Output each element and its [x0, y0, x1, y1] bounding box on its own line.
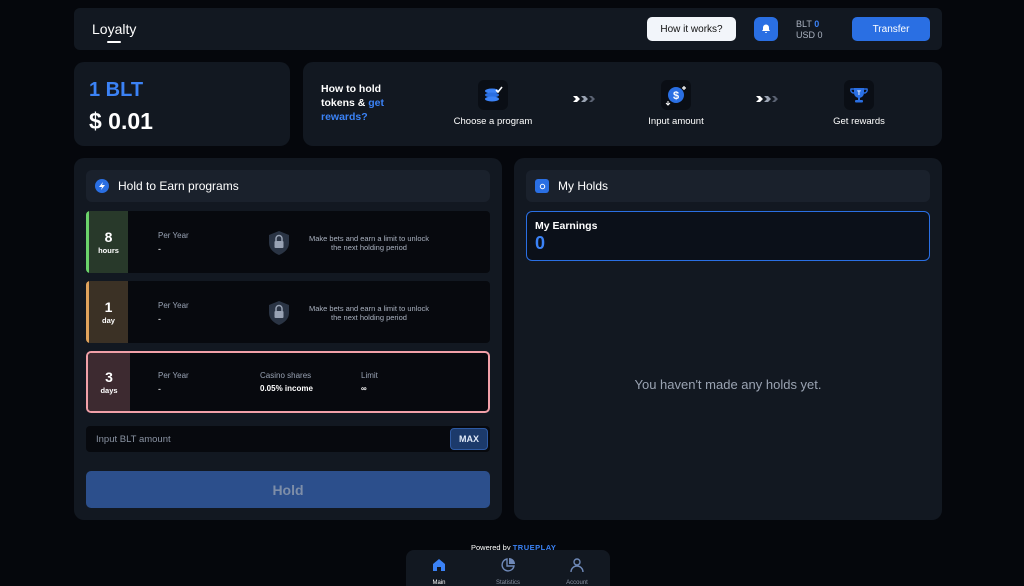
nav-item-statistics[interactable]: Statistics [483, 557, 533, 586]
program-duration: 3 days [88, 353, 130, 411]
earnings-value: 0 [535, 233, 546, 253]
my-holds-panel: My Holds My Earnings 0 You haven't made … [514, 158, 942, 520]
nav-label: Main [432, 580, 446, 586]
limit-value: ∞ [361, 384, 367, 393]
holds-header: My Holds [526, 170, 930, 202]
balance-currency: USD [796, 30, 816, 40]
program-card-8-hours[interactable]: 8 hours Per Year - Make bets and earn a … [86, 211, 490, 273]
duration-unit: day [102, 316, 115, 325]
title-underline [107, 41, 121, 43]
nav-label: Account [566, 580, 588, 586]
my-earnings-box: My Earnings 0 [526, 211, 930, 261]
program-duration: 1 day [86, 281, 128, 343]
lock-icon [269, 301, 289, 325]
page-title: Loyalty [92, 21, 137, 37]
hold-programs-panel: Hold to Earn programs 8 hours Per Year -… [74, 158, 502, 520]
earnings-label: My Earnings [535, 220, 598, 232]
program-duration: 8 hours [86, 211, 128, 273]
balance-value: 0 [814, 19, 820, 29]
limit-label: Limit [361, 371, 378, 380]
home-icon [433, 559, 445, 571]
per-year-value: - [158, 384, 161, 394]
token-usd-price: $ 0.01 [89, 108, 153, 134]
bottom-navigation: Main Statistics Account [406, 550, 610, 586]
step-label: Input amount [648, 116, 704, 127]
how-it-works-button[interactable]: How it works? [647, 17, 736, 41]
balance-currency: BLT [796, 19, 812, 29]
per-year-label: Per Year [158, 231, 189, 240]
per-year-label: Per Year [158, 371, 189, 380]
steps-title: How to hold tokens & get rewards? [321, 82, 411, 124]
program-card-3-days[interactable]: 3 days Per Year - Casino shares 0.05% in… [86, 351, 490, 413]
lock-icon [269, 231, 289, 255]
duration-amount: 8 [104, 229, 113, 245]
balance-summary: BLT 0 USD 0 [796, 19, 823, 41]
empty-state-message: You haven't made any holds yet. [634, 377, 822, 392]
step-input-amount: $ Input amount [616, 80, 736, 127]
program-card-1-day[interactable]: 1 day Per Year - Make bets and earn a li… [86, 281, 490, 343]
programs-title: Hold to Earn programs [118, 179, 239, 193]
programs-header: Hold to Earn programs [86, 170, 490, 202]
notifications-button[interactable] [754, 17, 778, 41]
nav-item-main[interactable]: Main [414, 557, 464, 586]
pie-chart-icon [501, 558, 515, 572]
step-get-rewards: T Get rewards [799, 80, 919, 127]
bell-icon [762, 24, 770, 33]
duration-unit: days [100, 386, 118, 395]
svg-text:$: $ [673, 90, 679, 102]
duration-unit: hours [98, 246, 119, 255]
per-year-value: - [158, 314, 161, 324]
step-label: Get rewards [833, 116, 885, 127]
per-year-value: - [158, 244, 161, 254]
svg-text:T: T [857, 91, 861, 97]
step-choose-program: Choose a program [433, 80, 553, 127]
unlock-message: Make bets and earn a limit to unlock the… [308, 234, 430, 252]
duration-amount: 3 [105, 369, 113, 385]
chevrons-right-icon [756, 96, 778, 102]
amount-field: MAX [86, 426, 490, 452]
blt-amount-input[interactable] [86, 426, 446, 452]
token-price-card: 1 BLT $ 0.01 [74, 62, 290, 146]
chevrons-right-icon [573, 96, 595, 102]
safe-icon [535, 179, 549, 193]
duration-amount: 1 [104, 299, 113, 315]
shares-value: 0.05% income [260, 384, 313, 393]
hold-button[interactable]: Hold [86, 471, 490, 508]
step-label: Choose a program [453, 116, 533, 127]
trophy-icon: T [844, 80, 874, 110]
dollar-coin-icon: $ [661, 80, 691, 110]
user-icon [570, 558, 584, 573]
nav-item-account[interactable]: Account [552, 557, 602, 586]
nav-label: Statistics [495, 580, 520, 586]
unlock-message: Make bets and earn a limit to unlock the… [308, 304, 430, 322]
lightning-icon [95, 179, 109, 193]
how-to-steps-card: How to hold tokens & get rewards? Choose… [303, 62, 942, 146]
balance-value: 0 [817, 30, 823, 40]
transfer-button[interactable]: Transfer [852, 17, 930, 41]
per-year-label: Per Year [158, 301, 189, 310]
coins-stack-icon [478, 80, 508, 110]
top-bar: Loyalty How it works? BLT 0 USD 0 Transf… [74, 8, 942, 50]
token-amount: 1 BLT [89, 79, 144, 101]
max-button[interactable]: MAX [450, 428, 488, 450]
holds-title: My Holds [558, 179, 609, 193]
shares-label: Casino shares [260, 371, 312, 380]
